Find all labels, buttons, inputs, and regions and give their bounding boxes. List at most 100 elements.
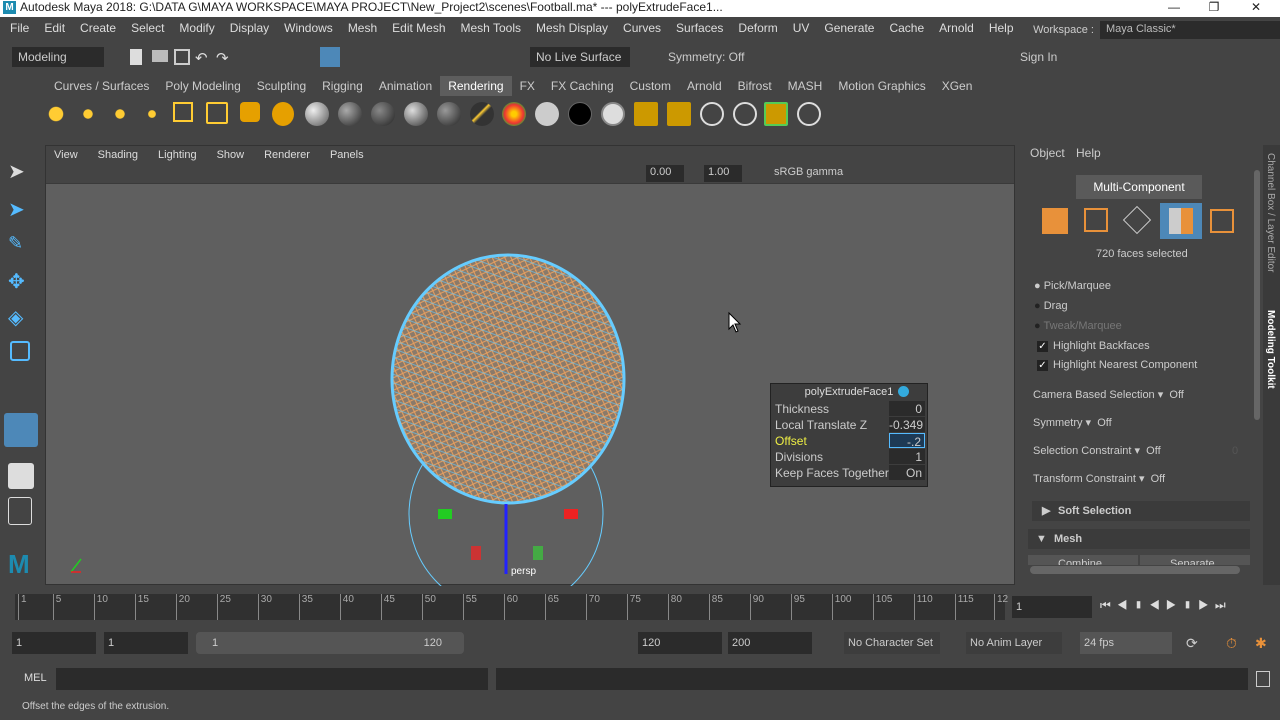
viewport-menu-renderer[interactable]: Renderer — [264, 149, 310, 161]
four-view-layout-icon[interactable] — [8, 497, 32, 525]
option-selection-constraint[interactable]: Selection Constraint ▾ Off — [1033, 444, 1161, 457]
tab-channel-box[interactable]: Channel Box / Layer Editor — [1265, 153, 1276, 273]
spot-light-icon[interactable] — [140, 102, 164, 126]
vertical-scrollbar[interactable] — [1254, 170, 1260, 420]
animation-start-field[interactable]: 1 — [12, 632, 96, 654]
viewport-menu-panels[interactable]: Panels — [330, 149, 364, 161]
ambient-light-icon[interactable] — [44, 102, 68, 126]
undo-icon[interactable]: ↶ — [195, 49, 211, 67]
current-frame-field[interactable]: 1 — [1012, 596, 1092, 618]
mesh-section-header[interactable]: ▼ Mesh — [1028, 529, 1250, 549]
shelf-tab-mash[interactable]: MASH — [780, 76, 831, 96]
render-globals-icon[interactable] — [797, 102, 821, 126]
shelf-tab-fx-caching[interactable]: FX Caching — [543, 76, 622, 96]
uv-mode-icon[interactable] — [1210, 209, 1234, 233]
menu-mesh[interactable]: Mesh — [348, 21, 377, 35]
render-view-icon[interactable] — [667, 102, 691, 126]
vertex-mode-icon[interactable] — [1084, 208, 1108, 232]
hud-value[interactable]: 1 — [889, 449, 925, 464]
ramp-shader-icon[interactable] — [502, 102, 526, 126]
hud-value[interactable]: -0.349 — [889, 417, 925, 432]
workspace-dropdown[interactable]: Maya Classic* — [1100, 21, 1280, 39]
shelf-tab-xgen[interactable]: XGen — [934, 76, 981, 96]
script-editor-icon[interactable] — [1256, 671, 1270, 687]
menu-deform[interactable]: Deform — [738, 21, 777, 35]
fps-dropdown[interactable]: 24 fps — [1080, 632, 1172, 654]
shelf-tab-arnold[interactable]: Arnold — [679, 76, 730, 96]
checkbox-highlight-nearest[interactable]: ✓ Highlight Nearest Component — [1037, 359, 1197, 371]
menu-set-dropdown[interactable]: Modeling — [12, 47, 104, 67]
move-tool-icon[interactable]: ✥ — [8, 269, 34, 295]
menu-modify[interactable]: Modify — [179, 21, 214, 35]
checkbox-highlight-backfaces[interactable]: ✓ Highlight Backfaces — [1037, 340, 1150, 352]
viewport-menu-shading[interactable]: Shading — [98, 149, 138, 161]
radio-drag[interactable]: ● Drag — [1034, 300, 1068, 312]
anim-layer-dropdown[interactable]: No Anim Layer — [966, 632, 1062, 654]
auto-key-icon[interactable]: ⏱ — [1226, 635, 1237, 652]
menu-select[interactable]: Select — [131, 21, 164, 35]
hud-value[interactable]: -.2 — [889, 433, 925, 449]
area-light-icon[interactable] — [173, 102, 193, 122]
object-mode-icon[interactable] — [1042, 208, 1068, 234]
menu-uv[interactable]: UV — [793, 21, 810, 35]
option-symmetry[interactable]: Symmetry ▾ Off — [1033, 416, 1112, 429]
camera-icon[interactable] — [272, 102, 294, 126]
loop-icon[interactable]: ⟳ — [1186, 635, 1198, 652]
render-camera-icon[interactable] — [240, 102, 260, 122]
last-tool-icon[interactable] — [4, 413, 38, 447]
single-perspective-layout-icon[interactable] — [8, 463, 34, 489]
use-background-icon[interactable] — [568, 102, 592, 126]
animation-end-field[interactable]: 200 — [728, 632, 812, 654]
directional-light-icon[interactable] — [76, 102, 100, 126]
layered-shader-icon[interactable] — [470, 102, 494, 126]
playback-start-field[interactable]: 1 — [104, 632, 188, 654]
mel-input[interactable] — [56, 668, 488, 690]
shelf-tab-rendering[interactable]: Rendering — [440, 76, 512, 96]
playback-end-field[interactable]: 120 — [638, 632, 722, 654]
shelf-tab-curves-surfaces[interactable]: Curves / Surfaces — [46, 76, 157, 96]
rotate-tool-icon[interactable]: ◈ — [8, 305, 34, 331]
menu-object[interactable]: Object — [1030, 146, 1065, 160]
combine-button[interactable]: Combine — [1028, 555, 1138, 565]
tab-modeling-toolkit[interactable]: Modeling Toolkit — [1265, 310, 1276, 389]
volume-light-icon[interactable] — [206, 102, 228, 124]
shelf-tab-motion-graphics[interactable]: Motion Graphics — [830, 76, 933, 96]
playback-controls[interactable]: ⏮◀▮◀▶▮▶⏭ — [1100, 598, 1232, 613]
lasso-tool-icon[interactable]: ➤ — [8, 197, 34, 223]
sign-in-button[interactable]: Sign In — [1014, 47, 1124, 67]
paint-select-tool-icon[interactable]: ✎ — [8, 233, 34, 259]
menu-arnold[interactable]: Arnold — [939, 21, 974, 35]
menu-windows[interactable]: Windows — [284, 21, 333, 35]
viewport-menu-lighting[interactable]: Lighting — [158, 149, 197, 161]
color-space-dropdown[interactable]: sRGB gamma — [770, 165, 900, 182]
hud-value[interactable]: 0 — [889, 401, 925, 416]
mel-label[interactable]: MEL — [24, 672, 47, 684]
soft-selection-header[interactable]: ▶ Soft Selection — [1032, 501, 1250, 521]
minimize-button[interactable]: — — [1154, 0, 1194, 17]
select-by-component-icon[interactable] — [320, 47, 340, 67]
surface-shader-icon[interactable] — [535, 102, 559, 126]
exposure-field[interactable]: 0.00 — [646, 165, 684, 182]
menu-help[interactable]: Help — [989, 21, 1014, 35]
menu-help[interactable]: Help — [1076, 146, 1101, 160]
multi-component-button[interactable]: Multi-Component — [1076, 175, 1202, 199]
shelf-tab-fx[interactable]: FX — [512, 76, 543, 96]
hypershade-icon[interactable] — [634, 102, 658, 126]
render-icon[interactable] — [700, 102, 724, 126]
separate-button[interactable]: Separate — [1140, 555, 1250, 565]
range-slider-bar[interactable]: 1 120 — [196, 632, 464, 654]
radio-pick-marquee[interactable]: ● Pick/Marquee — [1034, 280, 1111, 292]
menu-generate[interactable]: Generate — [824, 21, 874, 35]
edge-mode-icon[interactable] — [1122, 205, 1152, 235]
menu-cache[interactable]: Cache — [889, 21, 924, 35]
shelf-tab-rigging[interactable]: Rigging — [314, 76, 371, 96]
horizontal-scrollbar[interactable] — [1030, 566, 1240, 574]
new-scene-icon[interactable] — [130, 49, 142, 65]
symmetry-dropdown[interactable]: Symmetry: Off — [662, 47, 762, 67]
close-button[interactable]: ✕ — [1236, 0, 1276, 17]
radio-tweak-marquee[interactable]: ● Tweak/Marquee — [1034, 320, 1122, 332]
menu-display[interactable]: Display — [230, 21, 269, 35]
ipr-render-icon[interactable] — [733, 102, 757, 126]
preferences-icon[interactable]: ✱ — [1255, 635, 1267, 652]
viewport-menu-view[interactable]: View — [54, 149, 78, 161]
